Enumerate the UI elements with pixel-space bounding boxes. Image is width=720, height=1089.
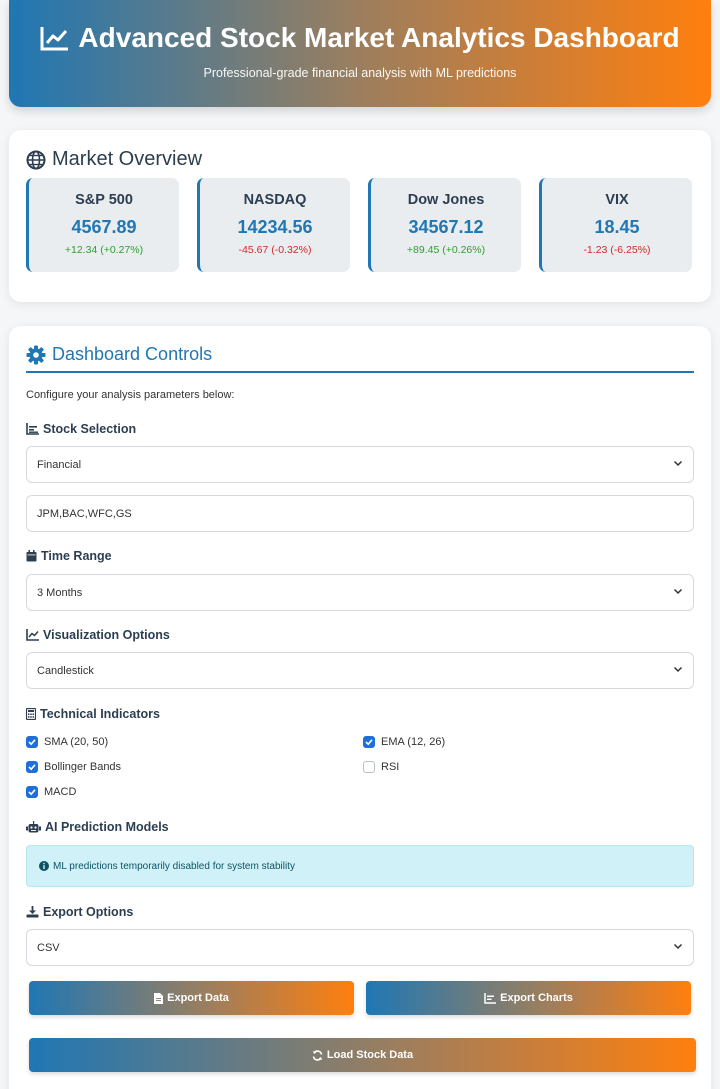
robot-icon — [26, 821, 41, 833]
market-overview-heading: Market Overview — [26, 148, 202, 171]
index-change: -1.23 (-6.25%) — [583, 244, 651, 256]
visualization-select[interactable]: Candlestick — [26, 652, 694, 689]
export-charts-button[interactable]: Export Charts — [366, 981, 691, 1015]
checkbox-sma[interactable]: SMA (20, 50) — [26, 736, 108, 748]
index-card-dow-jones: Dow Jones 34567.12 +89.45 (+0.26%) — [368, 178, 521, 272]
index-change: +12.34 (+0.27%) — [64, 244, 144, 256]
ai-prediction-label: AI Prediction Models — [26, 820, 169, 834]
export-format-select[interactable]: CSV — [26, 929, 694, 966]
visualization-options-label: Visualization Options — [26, 628, 170, 642]
index-name: VIX — [605, 192, 629, 208]
calendar-icon — [26, 550, 37, 562]
file-icon — [154, 992, 164, 1004]
calculator-icon — [26, 708, 36, 720]
index-value: 34567.12 — [408, 217, 484, 237]
checkbox-macd[interactable]: MACD — [26, 786, 76, 798]
download-icon — [26, 906, 39, 918]
index-change: -45.67 (-0.32%) — [238, 244, 312, 256]
tickers-input[interactable]: JPM,BAC,WFC,GS — [26, 495, 694, 532]
page-title: Advanced Stock Market Analytics Dashboar… — [78, 22, 680, 53]
bar-chart-icon — [484, 992, 497, 1004]
ml-disabled-alert: ML predictions temporarily disabled for … — [26, 845, 694, 887]
line-chart-icon — [40, 25, 70, 51]
dashboard-header: Advanced Stock Market Analytics Dashboar… — [9, 0, 711, 107]
page-title-row: Advanced Stock Market Analytics Dashboar… — [9, 22, 711, 54]
index-card-nasdaq: NASDAQ 14234.56 -45.67 (-0.32%) — [197, 178, 350, 272]
index-value: 14234.56 — [237, 217, 313, 237]
index-name: Dow Jones — [407, 192, 485, 208]
time-range-select[interactable]: 3 Months — [26, 574, 694, 611]
checkbox-checked-icon[interactable] — [26, 761, 38, 773]
refresh-icon — [312, 1049, 323, 1061]
market-overview-card: Market Overview S&P 500 4567.89 +12.34 (… — [9, 130, 711, 302]
ml-disabled-message: ML predictions temporarily disabled for … — [53, 860, 295, 872]
time-range-label: Time Range — [26, 549, 112, 563]
index-change: +89.45 (+0.26%) — [406, 244, 486, 256]
info-circle-icon — [39, 861, 49, 871]
index-value: 4567.89 — [71, 217, 137, 237]
chevron-down-icon — [673, 664, 683, 674]
checkbox-ema[interactable]: EMA (12, 26) — [363, 736, 445, 748]
dashboard-controls-heading: Dashboard Controls — [26, 344, 694, 373]
load-stock-data-button[interactable]: Load Stock Data — [29, 1038, 696, 1072]
index-value: 18.45 — [594, 217, 640, 237]
checkbox-bollinger-bands[interactable]: Bollinger Bands — [26, 761, 121, 773]
checkbox-checked-icon[interactable] — [363, 736, 375, 748]
chevron-down-icon — [673, 941, 683, 951]
globe-icon — [26, 150, 46, 170]
checkbox-unchecked-icon[interactable] — [363, 761, 375, 773]
bar-chart-icon — [26, 423, 39, 435]
checkbox-checked-icon[interactable] — [26, 786, 38, 798]
dashboard-controls-card: Dashboard Controls Configure your analys… — [9, 326, 711, 1089]
index-name: S&P 500 — [75, 192, 133, 208]
chevron-down-icon — [673, 458, 683, 468]
market-overview-title: Market Overview — [52, 148, 203, 170]
checkbox-checked-icon[interactable] — [26, 736, 38, 748]
index-name: NASDAQ — [243, 192, 307, 208]
stock-selection-label: Stock Selection — [26, 422, 136, 436]
checkbox-rsi[interactable]: RSI — [363, 761, 399, 773]
sector-select[interactable]: Financial — [26, 446, 694, 483]
technical-indicators-label: Technical Indicators — [26, 707, 160, 721]
controls-intro: Configure your analysis parameters below… — [26, 389, 235, 401]
chevron-down-icon — [673, 586, 683, 596]
page-subtitle: Professional-grade financial analysis wi… — [203, 66, 517, 80]
line-chart-icon — [26, 629, 39, 641]
index-card-sp500: S&P 500 4567.89 +12.34 (+0.27%) — [26, 178, 179, 272]
index-card-vix: VIX 18.45 -1.23 (-6.25%) — [539, 178, 692, 272]
dashboard-controls-title: Dashboard Controls — [52, 344, 213, 364]
gear-icon — [26, 345, 46, 365]
export-options-label: Export Options — [26, 905, 133, 919]
export-data-button[interactable]: Export Data — [29, 981, 354, 1015]
